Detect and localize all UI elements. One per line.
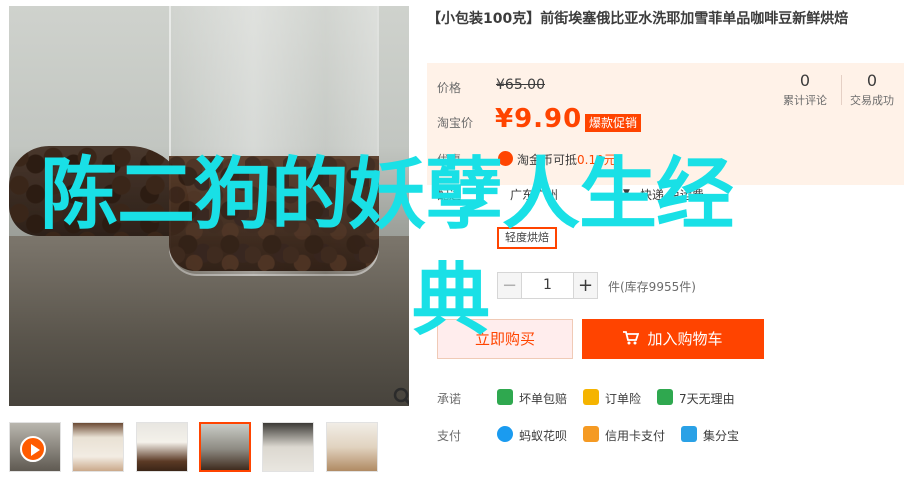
cart-icon bbox=[623, 331, 640, 345]
price-label: 价格 bbox=[437, 81, 462, 95]
sales-count: 0 bbox=[866, 71, 878, 90]
quantity-decrease-button[interactable]: − bbox=[497, 272, 522, 299]
overlay-title-text: 陈二狗的妖孽人生经 bbox=[40, 150, 734, 240]
promo-badge: 爆款促销 bbox=[585, 114, 642, 132]
seven-days-icon bbox=[657, 389, 673, 405]
original-price: ¥65.00 bbox=[496, 77, 545, 93]
thumbnail-image[interactable] bbox=[262, 422, 314, 472]
review-count: 0 bbox=[799, 71, 811, 90]
current-price: ¥9.90 bbox=[495, 104, 583, 134]
promise-item[interactable]: 7天无理由 bbox=[679, 390, 735, 407]
stock-text: 件(库存9955件) bbox=[608, 280, 696, 294]
quantity-input[interactable]: 1 bbox=[522, 272, 573, 299]
taobao-price-label: 淘宝价 bbox=[437, 116, 474, 130]
jifenbao-icon bbox=[681, 426, 697, 442]
payment-item[interactable]: 信用卡支付 bbox=[605, 427, 665, 444]
payment-item[interactable]: 集分宝 bbox=[703, 427, 739, 444]
credit-card-icon bbox=[583, 426, 599, 442]
product-detail-page: 【小包装100克】前街埃塞俄比亚水洗耶加雪菲单品咖啡豆新鲜烘焙 价格 ¥65.0… bbox=[0, 0, 906, 486]
payment-label: 支付 bbox=[437, 429, 462, 443]
review-count-stat[interactable]: 0 累计评论 bbox=[775, 71, 835, 108]
review-count-label: 累计评论 bbox=[783, 94, 827, 107]
sales-count-stat: 0 交易成功 bbox=[842, 71, 902, 108]
product-title: 【小包装100克】前街埃塞俄比亚水洗耶加雪菲单品咖啡豆新鲜烘焙 bbox=[427, 11, 849, 27]
thumbnail-image[interactable] bbox=[72, 422, 124, 472]
promise-item[interactable]: 坏单包赔 bbox=[519, 390, 567, 407]
add-to-cart-label: 加入购物车 bbox=[647, 330, 723, 348]
huabei-icon bbox=[497, 426, 513, 442]
zoom-icon[interactable] bbox=[393, 387, 409, 406]
promise-item[interactable]: 订单险 bbox=[605, 390, 641, 407]
shield-check-icon bbox=[497, 389, 513, 405]
overlay-title-text-continued: 典 bbox=[412, 256, 491, 346]
thumbnail-image[interactable] bbox=[136, 422, 188, 472]
thumbnail-image[interactable] bbox=[326, 422, 378, 472]
add-to-cart-button[interactable]: 加入购物车 bbox=[582, 319, 764, 359]
thumbnail-video[interactable] bbox=[9, 422, 61, 472]
promise-label: 承诺 bbox=[437, 392, 462, 406]
sales-count-label: 交易成功 bbox=[850, 94, 894, 107]
play-icon[interactable] bbox=[20, 436, 46, 462]
quantity-increase-button[interactable]: + bbox=[573, 272, 598, 299]
payment-item[interactable]: 蚂蚁花呗 bbox=[519, 427, 567, 444]
thumbnail-image-active[interactable] bbox=[199, 422, 251, 472]
insurance-icon bbox=[583, 389, 599, 405]
